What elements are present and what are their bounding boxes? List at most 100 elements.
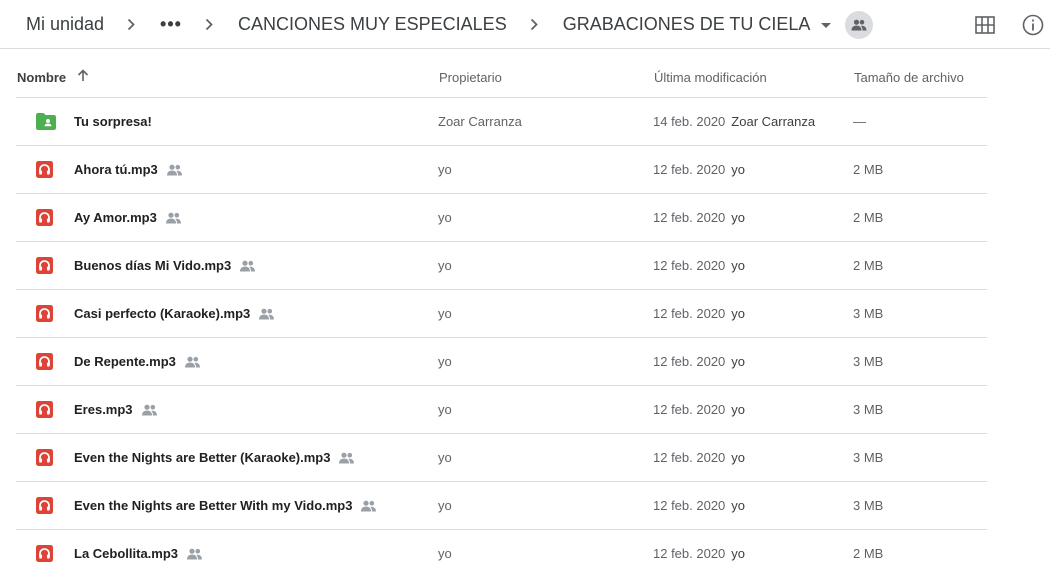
file-owner: yo xyxy=(438,546,452,561)
file-name-label: Ay Amor.mp3 xyxy=(74,210,157,225)
file-row[interactable]: Ay Amor.mp3 yo 12 feb. 2020 yo 2 MB xyxy=(16,194,987,242)
file-list-header: Nombre Propietario Última modificación T… xyxy=(16,58,987,98)
shared-people-icon xyxy=(360,500,377,512)
grid-view-icon[interactable] xyxy=(975,16,995,34)
modified-date: 12 feb. 2020 xyxy=(653,402,726,417)
info-icon[interactable] xyxy=(1022,14,1044,36)
file-name-label: Casi perfecto (Karaoke).mp3 xyxy=(74,306,251,321)
file-size: — xyxy=(853,114,866,129)
file-name[interactable]: Ay Amor.mp3 xyxy=(74,210,182,225)
shared-people-icon xyxy=(165,212,182,224)
file-name[interactable]: Even the Nights are Better (Karaoke).mp3 xyxy=(74,450,355,465)
file-name[interactable]: La Cebollita.mp3 xyxy=(74,546,203,561)
file-name-label: La Cebollita.mp3 xyxy=(74,546,179,561)
file-row[interactable]: Tu sorpresa! Zoar Carranza 14 feb. 2020 Z… xyxy=(16,98,987,146)
audio-file-icon xyxy=(36,545,56,562)
file-size: 3 MB xyxy=(853,306,884,321)
file-row[interactable]: Buenos días Mi Vido.mp3 yo 12 feb. 2020 y… xyxy=(16,242,987,290)
file-size: 3 MB xyxy=(853,498,884,513)
file-row[interactable]: Casi perfecto (Karaoke).mp3 yo 12 feb. 2… xyxy=(16,290,987,338)
shared-people-icon xyxy=(239,260,256,272)
file-row[interactable]: Ahora tú.mp3 yo 12 feb. 2020 yo 2 MB xyxy=(16,146,987,194)
modified-by: yo xyxy=(731,258,746,273)
modified-by: yo xyxy=(731,354,746,369)
shared-people-icon[interactable] xyxy=(845,10,874,39)
folder-menu-caret-icon[interactable] xyxy=(821,23,832,28)
file-name[interactable]: Ahora tú.mp3 xyxy=(74,162,183,177)
file-name-label: Eres.mp3 xyxy=(74,402,133,417)
breadcrumb-my-drive[interactable]: Mi unidad xyxy=(26,14,104,35)
file-owner: yo xyxy=(438,402,452,417)
audio-file-icon xyxy=(36,449,56,466)
file-size: 3 MB xyxy=(853,354,884,369)
breadcrumb-bar: Mi unidad ••• CANCIONES MUY ESPECIALES G… xyxy=(0,0,1050,49)
audio-file-icon xyxy=(36,161,56,178)
file-name-label: Ahora tú.mp3 xyxy=(74,162,158,177)
chevron-right-icon xyxy=(124,18,138,32)
audio-file-icon xyxy=(36,353,56,370)
file-owner: yo xyxy=(438,162,452,177)
modified-by: yo xyxy=(731,546,746,561)
file-row[interactable]: De Repente.mp3 yo 12 feb. 2020 yo 3 MB xyxy=(16,338,987,386)
audio-file-icon xyxy=(36,209,56,226)
file-owner: yo xyxy=(438,258,452,273)
file-modified: 12 feb. 2020 yo xyxy=(653,354,745,369)
shared-people-icon xyxy=(258,308,275,320)
shared-people-icon xyxy=(141,404,158,416)
file-modified: 12 feb. 2020 yo xyxy=(653,402,745,417)
column-header-owner[interactable]: Propietario xyxy=(439,70,502,85)
modified-date: 14 feb. 2020 xyxy=(653,114,726,129)
shared-people-icon xyxy=(166,164,183,176)
shared-folder-icon xyxy=(36,113,56,130)
modified-date: 12 feb. 2020 xyxy=(653,258,726,273)
file-modified: 12 feb. 2020 yo xyxy=(653,450,745,465)
breadcrumb-more-button[interactable]: ••• xyxy=(160,14,182,35)
file-owner: yo xyxy=(438,498,452,513)
modified-date: 12 feb. 2020 xyxy=(653,354,726,369)
file-modified: 14 feb. 2020 Zoar Carranza xyxy=(653,114,815,129)
file-name-label: Even the Nights are Better With my Vido.… xyxy=(74,498,353,513)
modified-date: 12 feb. 2020 xyxy=(653,498,726,513)
chevron-right-icon xyxy=(202,18,216,32)
column-header-size[interactable]: Tamaño de archivo xyxy=(854,70,964,85)
column-header-name-label: Nombre xyxy=(17,70,67,85)
file-row[interactable]: Even the Nights are Better (Karaoke).mp3… xyxy=(16,434,987,482)
file-size: 2 MB xyxy=(853,546,884,561)
audio-file-icon xyxy=(36,497,56,514)
modified-by: yo xyxy=(731,162,746,177)
file-owner: Zoar Carranza xyxy=(438,114,522,129)
file-name[interactable]: Buenos días Mi Vido.mp3 xyxy=(74,258,256,273)
file-name[interactable]: Eres.mp3 xyxy=(74,402,158,417)
file-size: 2 MB xyxy=(853,258,884,273)
audio-file-icon xyxy=(36,401,56,418)
modified-date: 12 feb. 2020 xyxy=(653,306,726,321)
file-row[interactable]: Eres.mp3 yo 12 feb. 2020 yo 3 MB xyxy=(16,386,987,434)
file-name[interactable]: Tu sorpresa! xyxy=(74,114,152,129)
modified-date: 12 feb. 2020 xyxy=(653,450,726,465)
modified-by: Zoar Carranza xyxy=(731,114,816,129)
file-modified: 12 feb. 2020 yo xyxy=(653,546,745,561)
sort-arrow-up-icon[interactable] xyxy=(77,68,89,85)
file-modified: 12 feb. 2020 yo xyxy=(653,210,745,225)
shared-people-icon xyxy=(184,356,201,368)
file-size: 2 MB xyxy=(853,210,884,225)
breadcrumb: Mi unidad ••• CANCIONES MUY ESPECIALES G… xyxy=(26,0,874,49)
file-name-label: Buenos días Mi Vido.mp3 xyxy=(74,258,232,273)
shared-people-icon xyxy=(338,452,355,464)
file-name[interactable]: Even the Nights are Better With my Vido.… xyxy=(74,498,377,513)
file-name[interactable]: De Repente.mp3 xyxy=(74,354,201,369)
breadcrumb-current-folder[interactable]: GRABACIONES DE TU CIELA xyxy=(563,14,811,35)
file-owner: yo xyxy=(438,450,452,465)
file-row[interactable]: Even the Nights are Better With my Vido.… xyxy=(16,482,987,530)
file-name-label: Tu sorpresa! xyxy=(74,114,152,129)
file-modified: 12 feb. 2020 yo xyxy=(653,306,745,321)
file-name[interactable]: Casi perfecto (Karaoke).mp3 xyxy=(74,306,275,321)
modified-date: 12 feb. 2020 xyxy=(653,210,726,225)
file-name-label: Even the Nights are Better (Karaoke).mp3 xyxy=(74,450,331,465)
file-row[interactable]: La Cebollita.mp3 yo 12 feb. 2020 yo 2 MB xyxy=(16,530,987,564)
modified-by: yo xyxy=(731,450,746,465)
column-header-name[interactable]: Nombre xyxy=(17,68,89,85)
column-header-modified[interactable]: Última modificación xyxy=(654,70,767,85)
chevron-right-icon xyxy=(527,18,541,32)
breadcrumb-parent-folder[interactable]: CANCIONES MUY ESPECIALES xyxy=(238,14,507,35)
